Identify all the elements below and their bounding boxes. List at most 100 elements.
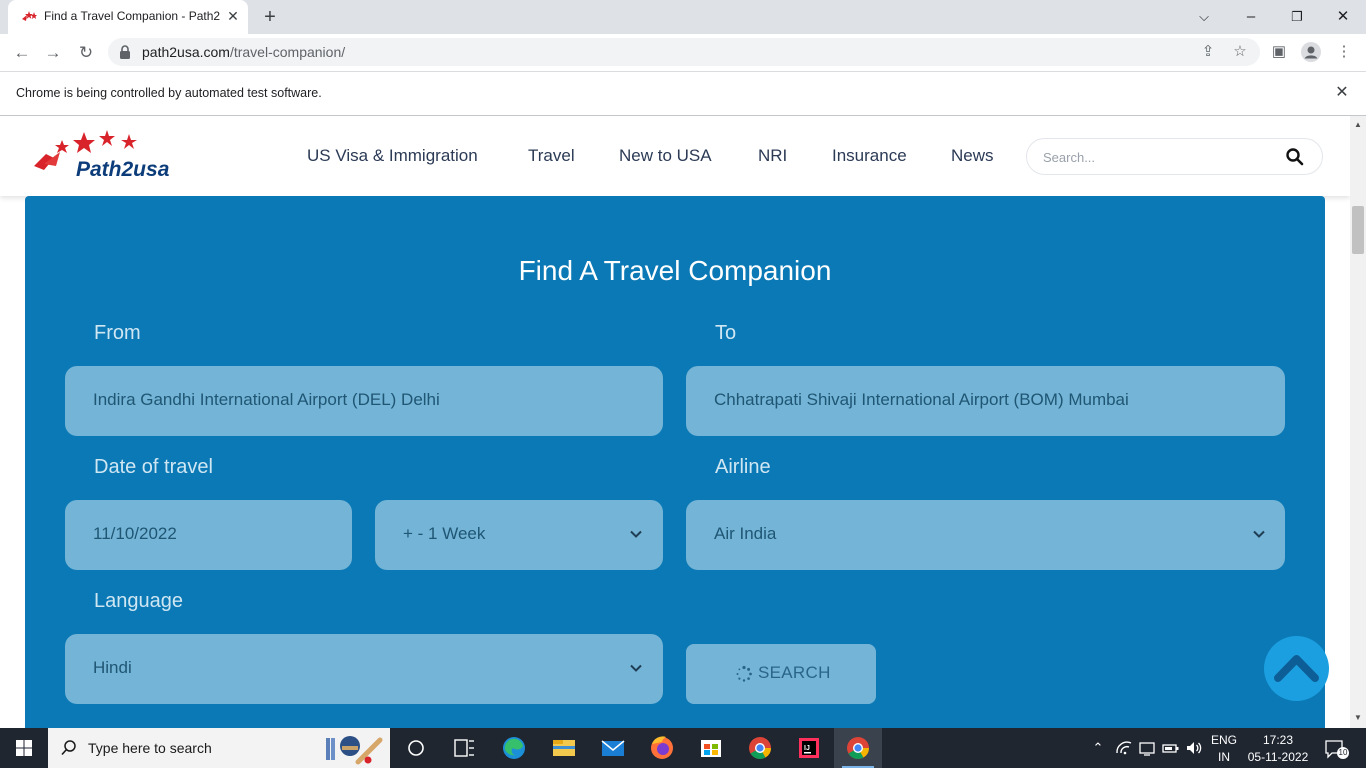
- input-language-top[interactable]: ENG: [1208, 733, 1240, 747]
- volume-speaker-icon[interactable]: [1184, 738, 1204, 758]
- page-viewport: Path2usa US Visa & Immigration Travel Ne…: [0, 116, 1350, 728]
- battery-icon[interactable]: [1161, 738, 1181, 758]
- bookmark-star-icon[interactable]: ☆: [1228, 40, 1252, 64]
- restore-button[interactable]: ❐: [1274, 4, 1320, 30]
- scrollbar-thumb[interactable]: [1352, 206, 1364, 254]
- microsoft-store-icon[interactable]: [687, 728, 735, 768]
- address-bar[interactable]: path2usa.com/travel-companion/ ⇪ ☆: [108, 38, 1260, 66]
- edge-browser-icon[interactable]: [490, 728, 538, 768]
- form-title: Find A Travel Companion: [518, 255, 832, 286]
- infobar-text: Chrome is being controlled by automated …: [16, 86, 322, 100]
- nav-travel[interactable]: Travel: [528, 146, 575, 166]
- nav-nri[interactable]: NRI: [758, 146, 787, 166]
- site-search-box: [1026, 138, 1323, 175]
- taskbar-search-text: Type here to search: [88, 740, 212, 756]
- nav-new-to-usa[interactable]: New to USA: [619, 146, 712, 166]
- share-icon[interactable]: ⇪: [1196, 40, 1220, 64]
- back-arrow-icon[interactable]: ←: [9, 40, 35, 66]
- loading-spinner-icon: [736, 665, 752, 682]
- input-language-bottom[interactable]: IN: [1208, 750, 1240, 764]
- mail-icon[interactable]: [589, 728, 637, 768]
- to-airport-value: Chhatrapati Shivaji International Airpor…: [714, 390, 1129, 409]
- lock-icon: [120, 45, 130, 59]
- cricket-search-highlight-icon: [326, 736, 383, 765]
- path2usa-favicon-icon: [22, 11, 37, 21]
- notification-count: 10: [1338, 748, 1348, 757]
- file-explorer-icon[interactable]: [540, 728, 588, 768]
- forward-arrow-icon[interactable]: →: [40, 40, 66, 66]
- chevron-down-icon: [1253, 530, 1265, 538]
- windows-taskbar: Type here to search IJ ⌃ ENG IN 17:23 05…: [0, 728, 1366, 768]
- svg-text:IJ: IJ: [804, 745, 810, 752]
- reload-icon[interactable]: ↻: [73, 40, 99, 66]
- site-logo[interactable]: Path2usa: [32, 130, 174, 186]
- site-header: Path2usa US Visa & Immigration Travel Ne…: [0, 116, 1350, 196]
- new-tab-button[interactable]: +: [258, 6, 282, 28]
- windows-logo-icon: [16, 740, 32, 756]
- search-icon[interactable]: [1285, 147, 1305, 167]
- from-airport-value: Indira Gandhi International Airport (DEL…: [93, 390, 440, 409]
- logo-text: Path2usa: [76, 158, 170, 181]
- display-project-icon[interactable]: [1138, 738, 1158, 758]
- from-airport-field[interactable]: Indira Gandhi International Airport (DEL…: [65, 366, 663, 436]
- airline-label: Airline: [715, 456, 771, 478]
- site-search-input[interactable]: [1043, 147, 1283, 167]
- minimize-button[interactable]: –: [1228, 4, 1274, 30]
- to-label: To: [715, 322, 737, 344]
- clock-time[interactable]: 17:23: [1244, 733, 1312, 747]
- firefox-icon[interactable]: [638, 728, 686, 768]
- url-path: /travel-companion/: [229, 44, 346, 60]
- clock-date[interactable]: 05-11-2022: [1244, 750, 1312, 764]
- chrome-menu-icon[interactable]: ⋮: [1331, 39, 1357, 65]
- side-panel-icon[interactable]: ▣: [1266, 39, 1292, 65]
- nav-us-visa-immigration[interactable]: US Visa & Immigration: [307, 146, 478, 166]
- tab-strip: Find a Travel Companion - Path2U ✕ + ⌵ –…: [0, 0, 1366, 34]
- scroll-up-arrow-icon[interactable]: ▲: [1353, 120, 1363, 130]
- browser-tab[interactable]: Find a Travel Companion - Path2U ✕: [8, 0, 248, 34]
- airline-value: Air India: [714, 524, 777, 543]
- page-scrollbar[interactable]: ▲ ▼: [1350, 116, 1366, 728]
- search-button[interactable]: SEARCH: [686, 644, 876, 704]
- infobar-close-icon[interactable]: ✕: [1332, 83, 1352, 103]
- travel-companion-form: Find A Travel Companion From To Indira G…: [25, 196, 1325, 728]
- scroll-to-top-button[interactable]: [1264, 636, 1329, 701]
- date-range-value: + - 1 Week: [403, 524, 486, 543]
- url-text: path2usa.com/travel-companion/: [142, 44, 345, 60]
- tab-search-chevron-icon[interactable]: ⌵: [1181, 4, 1227, 30]
- notification-center-icon[interactable]: 10: [1324, 738, 1350, 759]
- url-host: path2usa.com: [142, 44, 230, 60]
- chrome-active-window-icon[interactable]: [834, 728, 882, 768]
- widgets-icon[interactable]: [440, 728, 488, 768]
- search-button-label: SEARCH: [758, 663, 831, 682]
- chrome-icon[interactable]: [736, 728, 784, 768]
- language-select[interactable]: Hindi: [65, 634, 663, 704]
- nav-news[interactable]: News: [951, 146, 994, 166]
- intellij-idea-icon[interactable]: IJ: [785, 728, 833, 768]
- language-label: Language: [94, 590, 183, 612]
- network-wifi-icon[interactable]: [1114, 738, 1134, 758]
- search-icon: [61, 740, 76, 756]
- chevron-down-icon: [630, 664, 642, 672]
- profile-avatar-icon[interactable]: [1298, 39, 1324, 65]
- browser-toolbar: ← → ↻ path2usa.com/travel-companion/ ⇪ ☆…: [0, 34, 1366, 71]
- to-airport-field[interactable]: Chhatrapati Shivaji International Airpor…: [686, 366, 1285, 436]
- date-value: 11/10/2022: [93, 524, 177, 543]
- language-value: Hindi: [93, 658, 132, 677]
- airline-select[interactable]: Air India: [686, 500, 1285, 570]
- nav-insurance[interactable]: Insurance: [832, 146, 907, 166]
- tray-overflow-chevron-icon[interactable]: ⌃: [1088, 738, 1108, 758]
- date-of-travel-label: Date of travel: [94, 456, 213, 478]
- taskbar-search-box[interactable]: Type here to search: [48, 728, 390, 768]
- automation-infobar: Chrome is being controlled by automated …: [0, 71, 1366, 116]
- date-range-select[interactable]: + - 1 Week: [375, 500, 663, 570]
- task-view-icon[interactable]: [392, 728, 440, 768]
- scroll-down-arrow-icon[interactable]: ▼: [1353, 713, 1363, 723]
- tab-title: Find a Travel Companion - Path2U: [44, 9, 220, 23]
- from-label: From: [94, 322, 141, 344]
- windows-start-button[interactable]: [0, 728, 48, 768]
- chevron-up-icon: [1274, 655, 1319, 682]
- chevron-down-icon: [630, 530, 642, 538]
- date-of-travel-field[interactable]: 11/10/2022: [65, 500, 352, 570]
- close-window-button[interactable]: ✕: [1320, 4, 1366, 30]
- tab-close-icon[interactable]: ✕: [224, 7, 242, 25]
